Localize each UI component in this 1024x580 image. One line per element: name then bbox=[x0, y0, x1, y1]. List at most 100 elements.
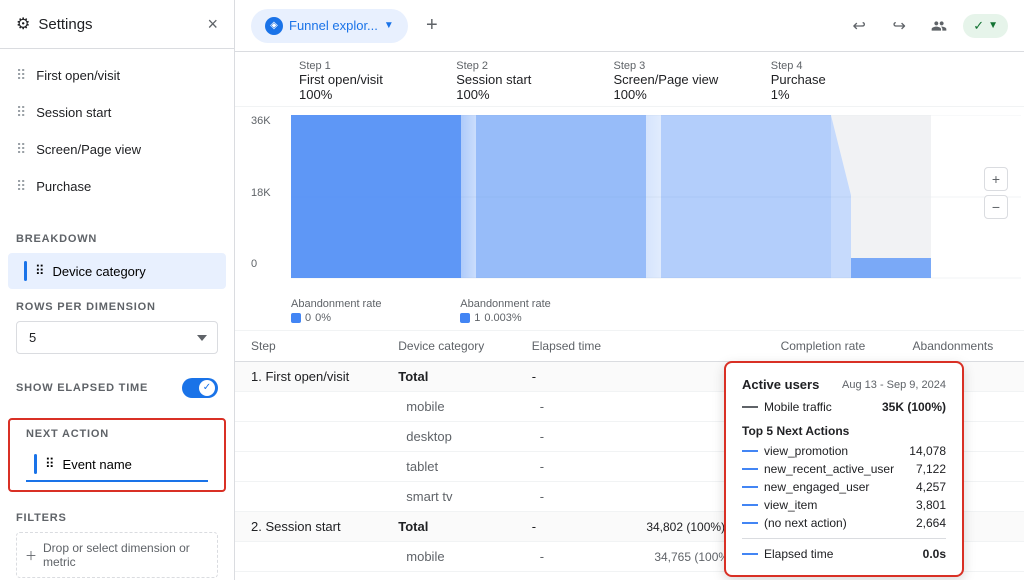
action-label: view_promotion bbox=[764, 444, 848, 458]
step-2-header: Step 2 Session start 100% bbox=[456, 60, 613, 102]
data-table-container: Step Device category Elapsed time Comple… bbox=[235, 331, 1024, 572]
elapsed-value: 0.0s bbox=[923, 547, 946, 561]
spacer bbox=[251, 60, 299, 102]
share-button[interactable] bbox=[923, 10, 955, 42]
col-step: Step bbox=[235, 331, 382, 362]
action-label: view_item bbox=[764, 498, 817, 512]
abandon-2: Abandonment rate 1 0.003% bbox=[460, 298, 629, 324]
steps-header: Step 1 First open/visit 100% Step 2 Sess… bbox=[235, 52, 1024, 107]
elapsed-label: Elapsed time bbox=[764, 547, 833, 561]
save-button[interactable]: ✓ ▼ bbox=[963, 14, 1008, 38]
sidebar-item-purchase[interactable]: ⠿ Purchase bbox=[0, 168, 226, 205]
zoom-out-button[interactable]: − bbox=[984, 195, 1008, 219]
chart-area: Step 1 First open/visit 100% Step 2 Sess… bbox=[235, 52, 1024, 580]
action-value: 14,078 bbox=[909, 444, 946, 458]
action-line bbox=[742, 486, 758, 488]
step-1-header: Step 1 First open/visit 100% bbox=[299, 60, 456, 102]
abandon-3 bbox=[630, 298, 799, 324]
step-3-header: Step 3 Screen/Page view 100% bbox=[614, 60, 771, 102]
elapsed-line bbox=[742, 553, 758, 555]
tooltip-title: Active users bbox=[742, 377, 819, 392]
sidebar-header: ⚙ Settings × bbox=[0, 0, 234, 49]
right-spacer bbox=[928, 60, 1008, 102]
col-completions bbox=[630, 331, 764, 362]
next-action-item[interactable]: ⠿ Event name bbox=[26, 448, 208, 482]
mobile-value: 35K (100%) bbox=[882, 400, 946, 414]
action-line bbox=[742, 504, 758, 506]
zoom-in-button[interactable]: + bbox=[984, 167, 1008, 191]
filters-drop-zone[interactable]: ＋ Drop or select dimension or metric bbox=[16, 532, 218, 578]
elapsed-time-toggle[interactable] bbox=[182, 378, 218, 398]
y-label-0: 0 bbox=[251, 258, 286, 270]
next-action-label: NEXT ACTION bbox=[26, 428, 208, 440]
tab-label: Funnel explor... bbox=[289, 18, 378, 33]
breakdown-item[interactable]: ⠿ Device category bbox=[8, 253, 226, 289]
funnel-chart: 36K 18K 0 bbox=[235, 107, 1024, 292]
step-label: 1. First open/visit bbox=[235, 362, 382, 392]
undo-button[interactable]: ↩ bbox=[843, 10, 875, 42]
sidebar-item-first-open[interactable]: ⠿ First open/visit bbox=[0, 57, 226, 94]
tooltip-action-4: view_item 3,801 bbox=[742, 498, 946, 512]
settings-sidebar: ⚙ Settings × ⠿ First open/visit ⠿ Sessio… bbox=[0, 0, 235, 580]
device-total-2: Total bbox=[382, 512, 515, 542]
action-value: 7,122 bbox=[916, 462, 946, 476]
tooltip-mobile-row: Mobile traffic 35K (100%) bbox=[742, 400, 946, 414]
sidebar-item-screen-page[interactable]: ⠿ Screen/Page view bbox=[0, 131, 226, 168]
step-1-pct: 100% bbox=[299, 87, 456, 102]
funnel-icon: ◈ bbox=[265, 17, 283, 35]
action-line bbox=[742, 468, 758, 470]
device-total: Total bbox=[382, 362, 515, 392]
action-value: 2,664 bbox=[916, 516, 946, 530]
dropdown-icon: ▼ bbox=[384, 20, 394, 31]
action-line bbox=[742, 450, 758, 452]
drag-icon: ⠿ bbox=[16, 67, 26, 84]
step-3-pct: 100% bbox=[614, 87, 771, 102]
tooltip-action-2: new_recent_active_user 7,122 bbox=[742, 462, 946, 476]
dropdown-arrow: ▼ bbox=[988, 20, 998, 31]
action-label: (no next action) bbox=[764, 516, 847, 530]
rows-select[interactable]: 5 10 25 bbox=[16, 321, 218, 354]
funnel-tab[interactable]: ◈ Funnel explor... ▼ bbox=[251, 9, 408, 43]
next-action-bar bbox=[34, 454, 37, 474]
next-action-section: NEXT ACTION ⠿ Event name bbox=[8, 418, 226, 492]
check-icon: ✓ bbox=[973, 18, 984, 34]
step-3-name: Screen/Page view bbox=[614, 72, 771, 87]
drag-icon: ⠿ bbox=[45, 456, 55, 472]
mobile-label: Mobile traffic bbox=[764, 400, 832, 414]
steps-section: ⠿ First open/visit ⠿ Session start ⠿ Scr… bbox=[0, 49, 234, 213]
step-2-pct: 100% bbox=[456, 87, 613, 102]
funnel-svg bbox=[291, 115, 1021, 280]
y-axis: 36K 18K 0 bbox=[251, 115, 286, 270]
step-2-name: Session start bbox=[456, 72, 613, 87]
drag-icon: ⠿ bbox=[16, 178, 26, 195]
show-elapsed-time-section: SHOW ELAPSED TIME bbox=[0, 370, 234, 406]
action-line bbox=[742, 522, 758, 524]
topbar-actions: ↩ ↪ ✓ ▼ bbox=[843, 10, 1008, 42]
breakdown-section: BREAKDOWN ⠿ Device category bbox=[0, 221, 234, 293]
drag-icon: ⠿ bbox=[35, 263, 45, 279]
action-label: new_recent_active_user bbox=[764, 462, 894, 476]
topbar: ◈ Funnel explor... ▼ + ↩ ↪ ✓ ▼ bbox=[235, 0, 1024, 52]
tooltip-elapsed-row: Elapsed time 0.0s bbox=[742, 547, 946, 561]
filters-section: FILTERS ＋ Drop or select dimension or me… bbox=[0, 504, 234, 580]
action-value: 4,257 bbox=[916, 480, 946, 494]
col-completion-rate: Completion rate bbox=[765, 331, 897, 362]
redo-button[interactable]: ↪ bbox=[883, 10, 915, 42]
tooltip-header: Active users Aug 13 - Sep 9, 2024 bbox=[742, 377, 946, 392]
step-4-number: Step 4 bbox=[771, 60, 928, 72]
close-icon[interactable]: × bbox=[207, 15, 218, 33]
plus-icon: ＋ bbox=[25, 547, 37, 564]
step-2-label: 2. Session start bbox=[235, 512, 382, 542]
drag-icon: ⠿ bbox=[16, 141, 26, 158]
zoom-controls: + − bbox=[984, 167, 1008, 219]
sidebar-item-session-start[interactable]: ⠿ Session start bbox=[0, 94, 226, 131]
tooltip-action-5: (no next action) 2,664 bbox=[742, 516, 946, 530]
step-4-pct: 1% bbox=[771, 87, 928, 102]
action-value: 3,801 bbox=[916, 498, 946, 512]
breakdown-bar bbox=[24, 261, 27, 281]
drag-icon: ⠿ bbox=[16, 104, 26, 121]
step-1-number: Step 1 bbox=[299, 60, 456, 72]
add-tab-button[interactable]: + bbox=[416, 10, 448, 42]
col-abandonments: Abandonments bbox=[897, 331, 1024, 362]
tooltip-divider bbox=[742, 538, 946, 539]
